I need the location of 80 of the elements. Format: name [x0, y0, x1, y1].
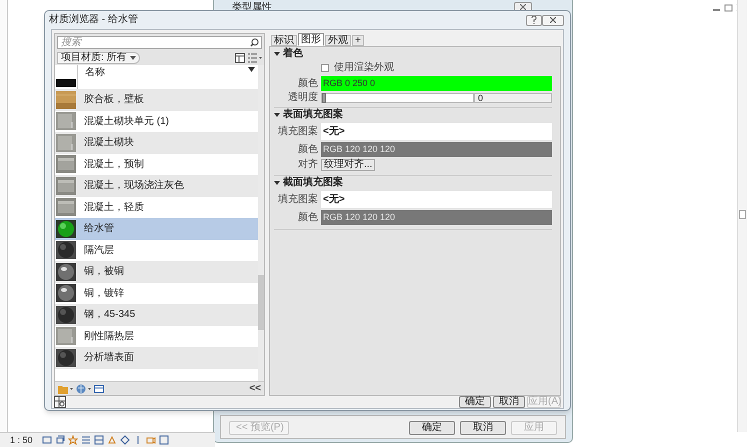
search-icon[interactable]: [250, 38, 259, 47]
search-box[interactable]: 搜索: [57, 36, 262, 49]
dialog-button[interactable]: 取消: [460, 421, 506, 435]
field-label: 对齐: [298, 160, 318, 170]
collapse-button[interactable]: <<: [249, 384, 261, 394]
checkbox[interactable]: [321, 64, 329, 72]
material-row[interactable]: 胶合板，壁板: [55, 89, 258, 110]
window-scrollbar[interactable]: [737, 0, 747, 432]
close-button[interactable]: [542, 14, 564, 26]
expand-icon[interactable]: [274, 112, 280, 118]
tab[interactable]: 标识: [271, 35, 297, 46]
help-icon[interactable]: [531, 16, 537, 24]
slider-thumb[interactable]: [322, 93, 326, 103]
render-icon[interactable]: [106, 435, 117, 445]
shadows-icon[interactable]: [80, 435, 91, 445]
material-row[interactable]: 混凝土，现场浇注灰色: [55, 175, 258, 196]
field-label: 透明度: [288, 93, 318, 103]
color-field[interactable]: RGB 120 120 120: [321, 142, 552, 157]
filter-dropdown[interactable]: 项目材质: 所有: [57, 52, 140, 64]
show-hide-icon[interactable]: [120, 435, 130, 445]
caret-icon[interactable]: [130, 56, 136, 60]
transparency-slider[interactable]: [321, 93, 474, 103]
material-row[interactable]: 混凝土砌块单元 (1): [55, 110, 258, 132]
field-label: 颜色: [298, 78, 318, 88]
window-title: 材质浏览器 - 给水管: [49, 15, 138, 25]
scroll-thumb[interactable]: [739, 210, 746, 219]
texture-align-button[interactable]: 纹理对齐...: [321, 159, 376, 171]
window-icon[interactable]: [94, 384, 104, 394]
tab[interactable]: 图形: [298, 33, 324, 46]
section-header[interactable]: 截面填充图案: [283, 178, 343, 188]
sun-icon[interactable]: [68, 435, 78, 445]
globe-icon[interactable]: [76, 384, 91, 394]
expand-icon[interactable]: [274, 180, 280, 186]
material-row[interactable]: 混凝土砌块: [55, 132, 258, 154]
search-field[interactable]: 搜索: [58, 37, 250, 48]
tab[interactable]: 外观: [325, 35, 351, 46]
tab[interactable]: +: [352, 35, 364, 46]
color-field[interactable]: RGB 120 120 120: [321, 210, 552, 225]
pattern-field[interactable]: <无>: [321, 123, 552, 140]
list-scrollbar[interactable]: [258, 65, 264, 381]
view-icon[interactable]: [158, 435, 169, 445]
material-row[interactable]: 给水管: [55, 218, 258, 240]
material-row[interactable]: 混凝土，预制: [55, 154, 258, 175]
crop-icon[interactable]: [94, 435, 104, 445]
section-header[interactable]: 表面填充图案: [283, 110, 343, 120]
dialog-button[interactable]: 取消: [493, 396, 525, 408]
field-label: 填充图案: [278, 126, 318, 136]
help-button[interactable]: [526, 14, 542, 26]
field-label: 颜色: [298, 212, 318, 222]
thumbnail-header-icon: [56, 79, 76, 87]
field-label: 填充图案: [278, 194, 318, 204]
panel-toggle-icon[interactable]: [235, 53, 245, 63]
value-field[interactable]: 0: [474, 93, 552, 103]
field-label: 颜色: [298, 144, 318, 154]
camera-icon[interactable]: [146, 435, 156, 445]
detail-level-icon[interactable]: [42, 435, 52, 445]
color-field[interactable]: RGB 0 250 0: [321, 76, 552, 91]
list-view-icon[interactable]: [248, 53, 262, 63]
checkbox-label: 使用渲染外观: [334, 63, 394, 73]
material-row[interactable]: 隔汽层: [55, 240, 258, 261]
column-header[interactable]: 名称: [85, 67, 105, 78]
view-scale[interactable]: 1 : 50: [10, 436, 33, 444]
visual-style-icon[interactable]: [54, 435, 65, 445]
sort-icon[interactable]: [248, 67, 255, 72]
close-icon[interactable]: [550, 17, 556, 23]
dialog-button[interactable]: 确定: [409, 421, 455, 435]
material-row[interactable]: 铜，被铜: [55, 261, 258, 282]
close-icon[interactable]: [520, 4, 526, 10]
material-row[interactable]: 混凝土，轻质: [55, 196, 258, 218]
pattern-field[interactable]: <无>: [321, 191, 552, 208]
dialog-button[interactable]: 确定: [459, 396, 491, 408]
section-header[interactable]: 着色: [283, 49, 303, 59]
material-row[interactable]: 钢，45-345: [55, 304, 258, 326]
expand-icon[interactable]: [274, 51, 280, 57]
material-row[interactable]: 刚性隔热层: [55, 326, 258, 347]
restore-icon[interactable]: [724, 3, 733, 12]
material-row[interactable]: 分析墙表面: [55, 347, 258, 368]
material-row[interactable]: 铜，镀锌: [55, 282, 258, 304]
scroll-thumb[interactable]: [258, 275, 264, 330]
asset-browser-icon[interactable]: [54, 396, 66, 408]
